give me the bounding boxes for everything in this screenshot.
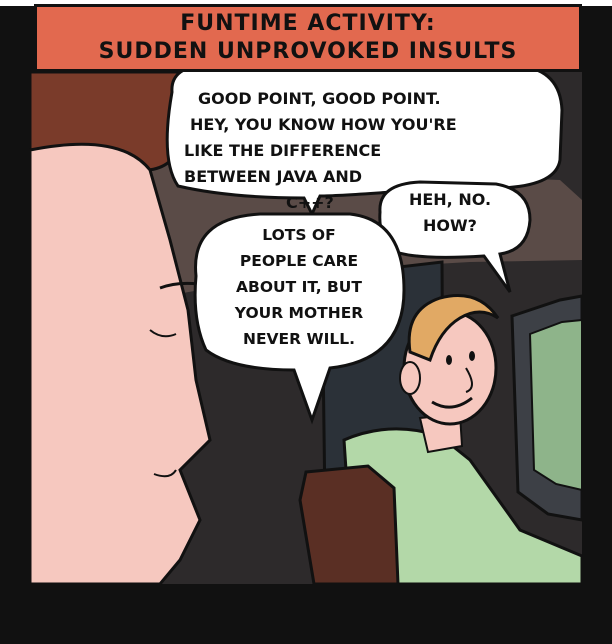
speech-line: GOOD POINT, GOOD POINT.: [198, 89, 441, 108]
man-eye: [446, 355, 452, 365]
speech-text-man: HEH, NO. HOW?: [384, 187, 516, 239]
caption-subtitle: SUDDEN UNPROVOKED INSULTS: [98, 39, 518, 64]
speech-line: YOUR MOTHER: [234, 304, 364, 322]
man-eye: [469, 351, 475, 361]
caption-box: FUNTIME ACTIVITY: SUDDEN UNPROVOKED INSU…: [34, 4, 582, 72]
speech-line: HEY, YOU KNOW HOW YOU'RE: [190, 115, 457, 134]
speech-line: ABOUT IT, BUT: [236, 278, 362, 296]
speech-line: PEOPLE CARE: [239, 252, 359, 270]
office-chair: [298, 464, 400, 586]
speech-line: LOTS OF: [262, 226, 336, 244]
comic-panel: FUNTIME ACTIVITY: SUDDEN UNPROVOKED INSU…: [0, 0, 612, 644]
caption-title: FUNTIME ACTIVITY:: [180, 11, 436, 36]
speech-line: HEH, NO.: [408, 190, 492, 209]
speech-line: NEVER WILL.: [243, 330, 355, 348]
speech-line: HOW?: [423, 216, 477, 235]
speech-text-punchline: LOTS OF PEOPLE CARE ABOUT IT, BUT YOUR M…: [200, 222, 398, 352]
speech-line: LIKE THE DIFFERENCE: [184, 141, 382, 160]
monitor-screen: [528, 318, 583, 492]
man-ear: [399, 361, 421, 395]
